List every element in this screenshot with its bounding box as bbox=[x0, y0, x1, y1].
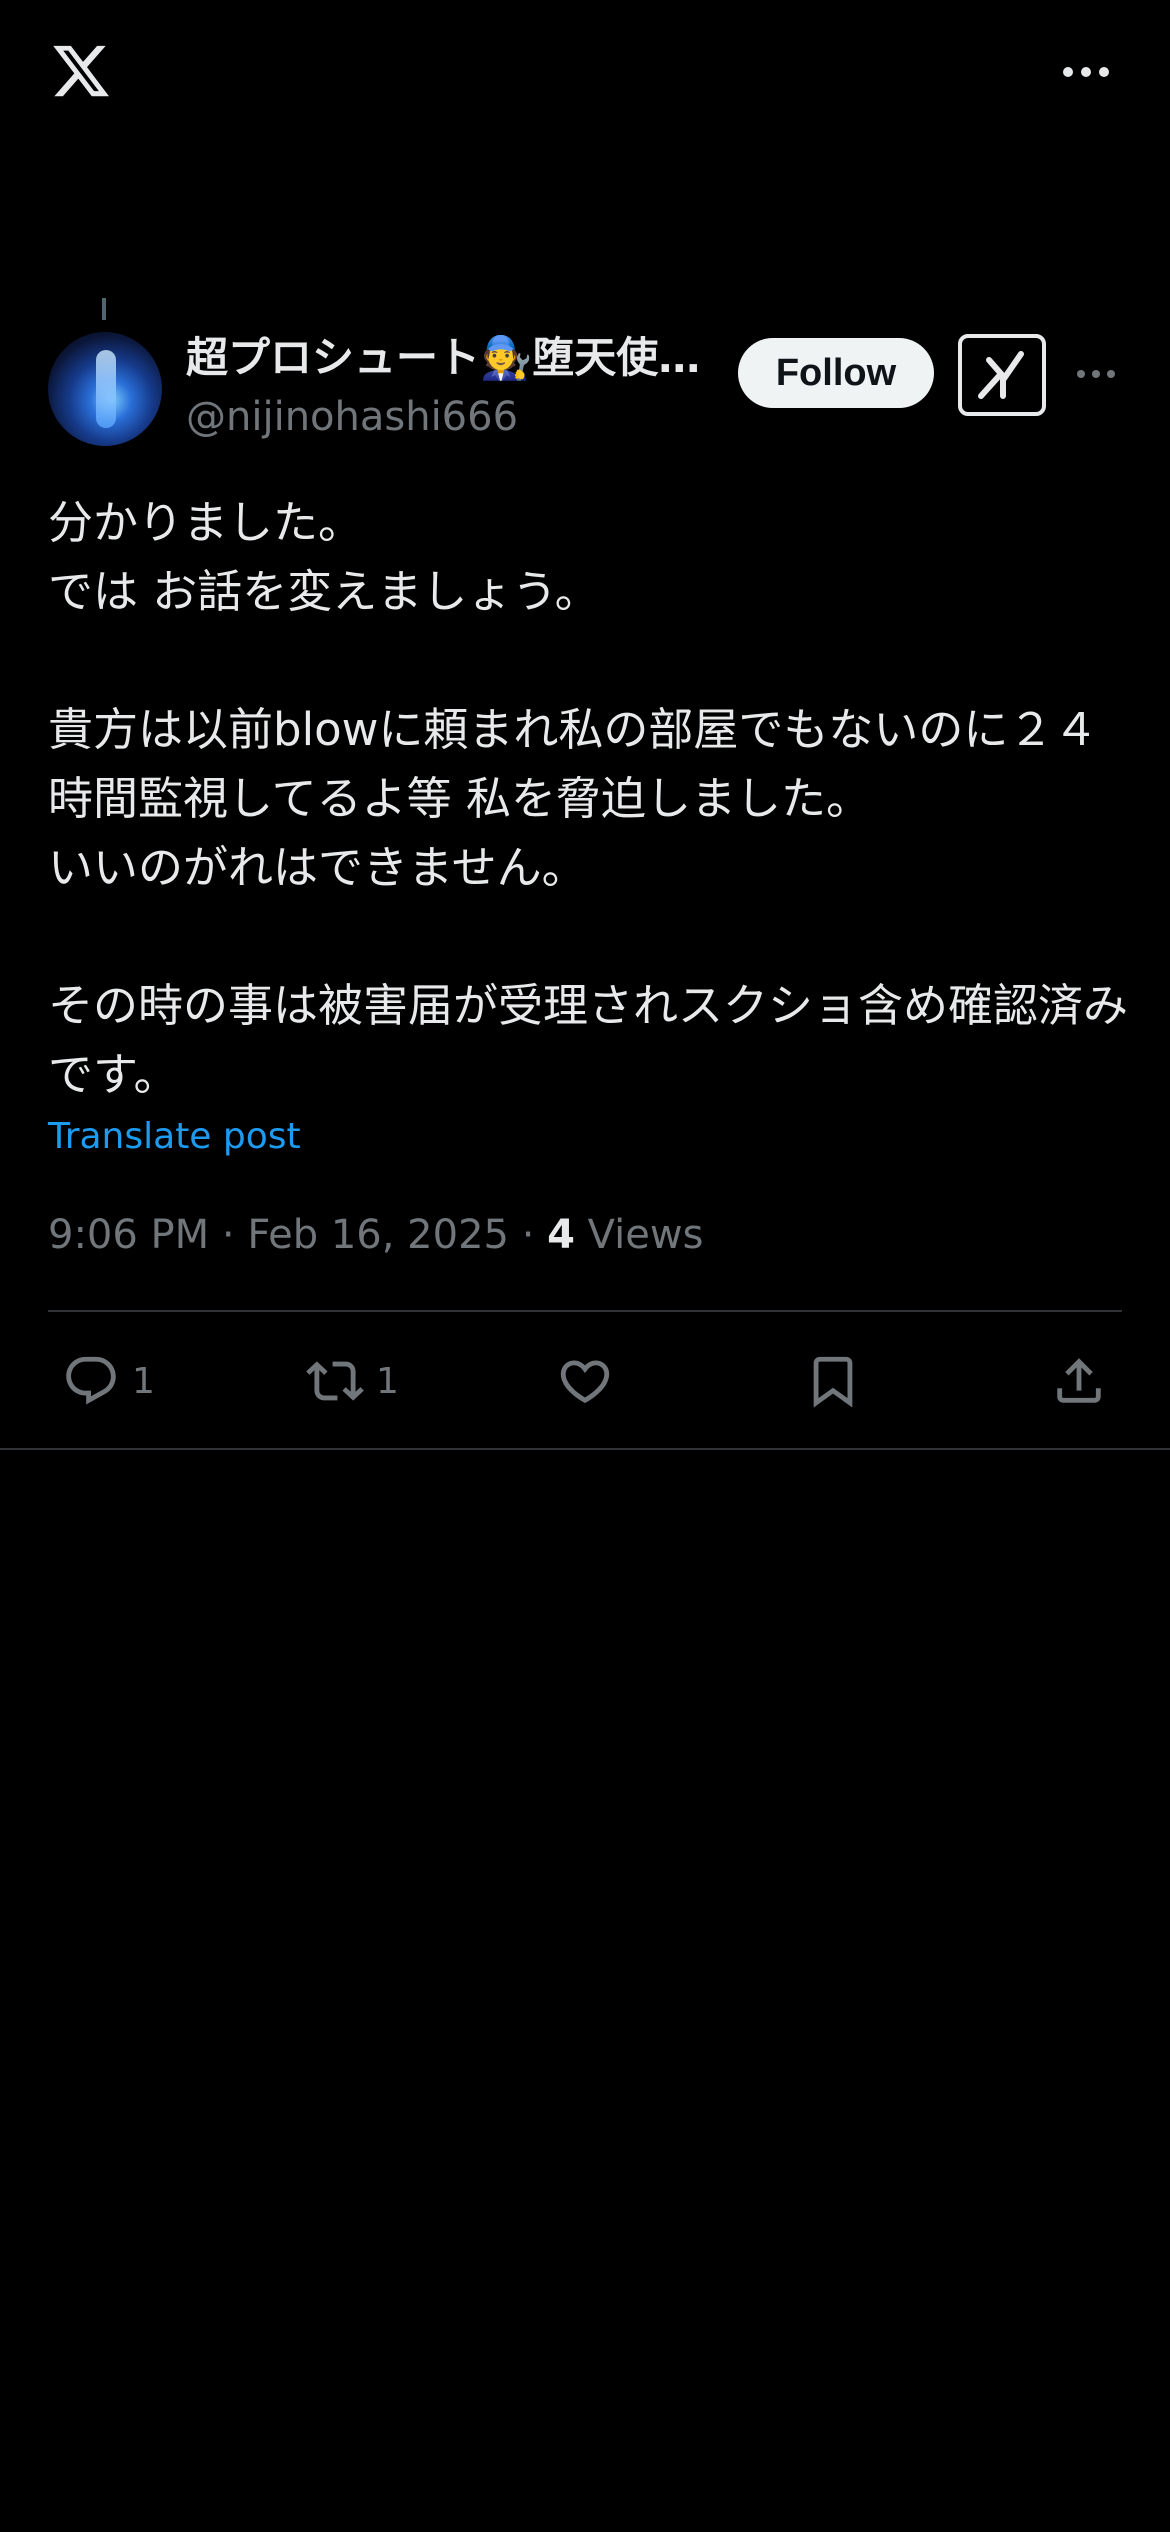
grok-icon bbox=[978, 351, 1024, 399]
post-text: 分かりました。 では お話を変えましょう。 貴方は以前blowに頼まれ私の部屋で… bbox=[48, 496, 1129, 1101]
bookmark-button[interactable] bbox=[804, 1350, 862, 1412]
author-handle[interactable]: @nijinohashi666 bbox=[186, 392, 518, 442]
author-display-name[interactable]: 超プロシュート🧑‍🔧堕天使… bbox=[186, 330, 706, 386]
share-button[interactable] bbox=[1050, 1350, 1108, 1412]
x-logo-icon[interactable] bbox=[48, 40, 114, 102]
post-metadata: 9:06 PM · Feb 16, 2025 · 4 Views bbox=[48, 1208, 703, 1262]
divider bbox=[48, 1310, 1122, 1312]
bookmark-icon bbox=[813, 1356, 853, 1408]
share-icon bbox=[1057, 1358, 1101, 1403]
repost-button[interactable]: 1 bbox=[306, 1350, 399, 1412]
like-button[interactable] bbox=[556, 1350, 614, 1412]
divider bbox=[0, 1448, 1170, 1450]
top-bar bbox=[0, 0, 1170, 150]
post-more-icon[interactable] bbox=[1076, 366, 1116, 382]
repost-count: 1 bbox=[376, 1360, 399, 1402]
views-label: Views bbox=[574, 1212, 704, 1258]
reply-button[interactable]: 1 bbox=[62, 1350, 155, 1412]
follow-button[interactable]: Follow bbox=[738, 338, 934, 408]
heart-icon bbox=[560, 1360, 610, 1404]
grok-button[interactable] bbox=[958, 334, 1046, 416]
reply-icon bbox=[66, 1356, 116, 1405]
post-timestamp[interactable]: 9:06 PM · Feb 16, 2025 · bbox=[48, 1212, 547, 1258]
avatar[interactable] bbox=[48, 332, 162, 446]
views-count[interactable]: 4 bbox=[547, 1212, 575, 1258]
more-horizontal-icon[interactable] bbox=[1062, 62, 1110, 82]
repost-icon bbox=[306, 1361, 364, 1401]
reply-count: 1 bbox=[132, 1360, 155, 1402]
thread-connector-line bbox=[102, 298, 106, 320]
translate-post-link[interactable]: Translate post bbox=[48, 1110, 301, 1164]
